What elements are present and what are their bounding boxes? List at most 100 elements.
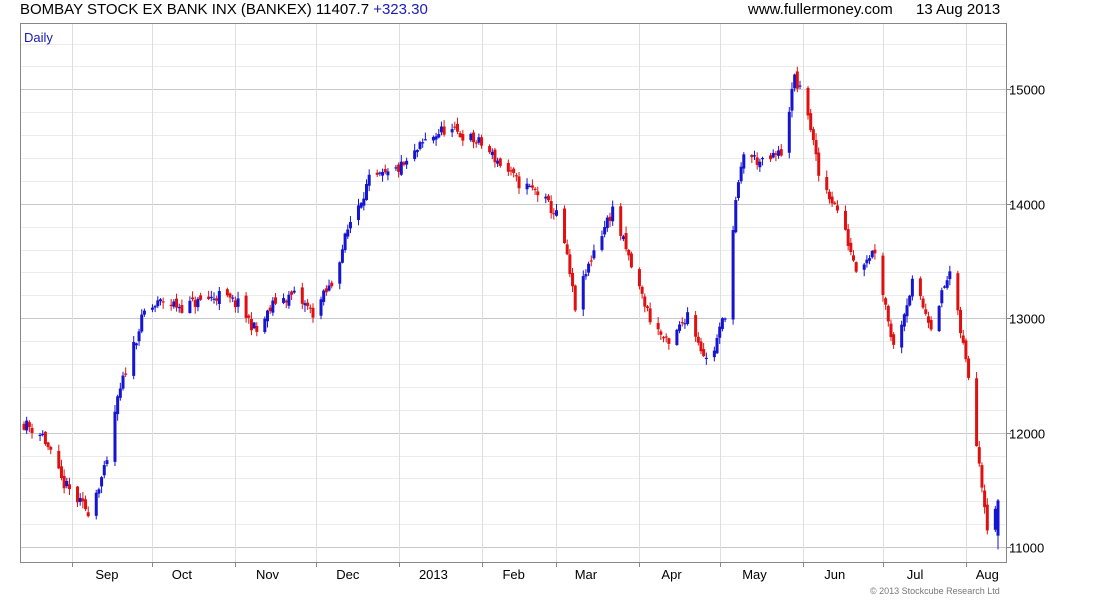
candle-body: [247, 315, 251, 318]
candle: [118, 382, 122, 401]
candle: [249, 312, 253, 336]
candle: [169, 298, 173, 311]
candle: [667, 337, 671, 350]
candle: [158, 298, 162, 306]
candle-body: [983, 490, 987, 508]
candle-body: [753, 155, 756, 157]
candle: [996, 499, 1000, 550]
candle: [798, 80, 802, 90]
candle-body: [413, 150, 417, 160]
candle: [97, 487, 101, 498]
candle-body: [405, 160, 409, 165]
candle: [731, 225, 735, 325]
candle: [268, 304, 272, 314]
candle: [134, 342, 138, 350]
candle-body: [383, 169, 387, 173]
candle-body: [49, 446, 53, 450]
candle-body: [67, 484, 71, 490]
candle-body: [62, 475, 66, 489]
candle-body: [180, 305, 184, 313]
x-tick-label: May: [742, 567, 767, 582]
candle: [715, 334, 719, 355]
candle: [865, 255, 869, 268]
candle-body: [249, 318, 253, 331]
candle: [65, 477, 69, 489]
candle: [308, 304, 312, 314]
candle-body: [244, 295, 248, 318]
x-tick-label: Aug: [976, 567, 999, 582]
candle-body: [453, 126, 457, 128]
candle: [263, 316, 267, 334]
candle: [774, 150, 778, 162]
candle: [514, 173, 518, 182]
candle: [161, 297, 165, 309]
candle: [458, 130, 462, 138]
candle: [212, 292, 216, 304]
candle: [30, 423, 34, 439]
candle-body: [975, 378, 979, 447]
candle-body: [386, 171, 390, 176]
candle: [356, 198, 360, 226]
candle-body: [193, 300, 197, 307]
candle: [81, 492, 85, 509]
candle-body: [611, 206, 615, 222]
candle: [292, 286, 296, 294]
candle: [490, 148, 494, 160]
candle: [900, 320, 904, 354]
candle-body: [292, 290, 296, 293]
candle-body: [549, 201, 553, 214]
candle-body: [255, 326, 259, 332]
candle: [985, 498, 989, 535]
candle-body: [252, 322, 256, 329]
candle-body: [217, 291, 221, 304]
candle-body: [656, 323, 660, 330]
candle: [573, 284, 577, 313]
candle-body: [434, 136, 438, 140]
candle: [43, 431, 47, 446]
candle: [25, 416, 29, 434]
candle: [509, 166, 513, 176]
candle-body: [274, 297, 278, 304]
candle: [699, 337, 703, 355]
candle: [415, 149, 419, 158]
candle: [581, 270, 585, 317]
candle-body: [587, 263, 591, 273]
candle: [78, 493, 82, 506]
candle: [453, 121, 457, 130]
candle: [418, 140, 422, 151]
candle-body: [493, 149, 497, 163]
candle-body: [683, 323, 687, 325]
candle-body: [662, 337, 666, 339]
candle: [362, 192, 366, 211]
candle: [624, 226, 628, 252]
candle: [196, 297, 200, 312]
candle: [536, 186, 540, 202]
candle-body: [873, 249, 877, 254]
candle-body: [397, 164, 401, 172]
candle-body: [78, 497, 82, 502]
candle: [795, 66, 799, 93]
candle: [918, 276, 922, 300]
candle: [284, 299, 288, 309]
x-tick-label: Apr: [661, 567, 682, 582]
candle-body: [581, 276, 585, 310]
candle: [884, 296, 888, 310]
candle: [734, 196, 738, 234]
candle: [413, 143, 417, 162]
candle: [367, 169, 371, 192]
candle: [306, 298, 310, 310]
candle: [546, 193, 550, 202]
candle-body: [236, 298, 240, 307]
candle: [348, 216, 352, 234]
candle-body: [196, 298, 200, 308]
candle-body: [795, 71, 799, 89]
candle: [365, 179, 369, 201]
candle-body: [455, 123, 459, 132]
candle-body: [924, 309, 928, 314]
candle: [233, 296, 237, 313]
x-tick-label: Sep: [95, 567, 118, 582]
candle-body: [490, 151, 494, 156]
candle-body: [439, 126, 443, 133]
candle: [191, 291, 195, 302]
candle: [814, 133, 818, 162]
